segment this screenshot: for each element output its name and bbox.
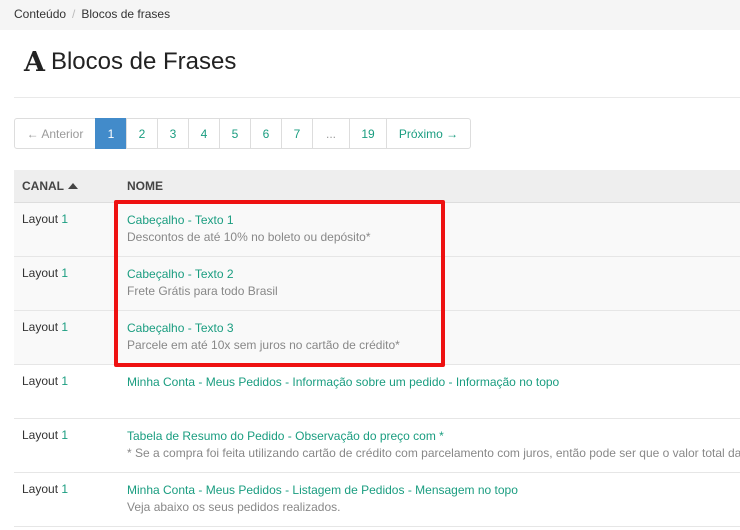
previous-page-button[interactable]: ← Anterior	[14, 118, 96, 149]
canal-cell: Layout 1	[14, 257, 127, 310]
canal-cell: Layout 1	[14, 419, 127, 472]
page-title: A Blocos de Frases	[24, 48, 236, 76]
page-title-text: Blocos de Frases	[50, 48, 237, 75]
canal-column-header[interactable]: CANAL	[14, 179, 127, 193]
page-1-button[interactable]: 1	[95, 118, 127, 149]
table-row: Layout 1 Tabela de Resumo do Pedido - Ob…	[14, 419, 740, 473]
layout-number: 1	[61, 320, 69, 334]
highlight-box	[114, 200, 445, 367]
breadcrumb: Conteúdo / Blocos de frases	[0, 0, 740, 30]
breadcrumb-item-conteudo[interactable]: Conteúdo	[14, 7, 66, 21]
pagination-ellipsis: ...	[312, 118, 350, 149]
name-cell: Minha Conta - Meus Pedidos - Listagem de…	[127, 473, 740, 526]
canal-cell: Layout 1	[14, 365, 127, 418]
layout-number: 1	[61, 428, 69, 442]
layout-number: 1	[61, 266, 69, 280]
table-row: Layout 1 Minha Conta - Meus Pedidos - Li…	[14, 473, 740, 527]
pagination: ← Anterior 1 2 3 4 5 6 7 ... 19 Próximo …	[14, 118, 471, 149]
page-19-button[interactable]: 19	[349, 118, 387, 149]
name-cell: Minha Conta - Meus Pedidos - Informação …	[127, 365, 740, 418]
page-3-button[interactable]: 3	[157, 118, 189, 149]
page-4-button[interactable]: 4	[188, 118, 220, 149]
canal-cell: Layout 1	[14, 311, 127, 364]
canal-cell: Layout 1	[14, 473, 127, 526]
canal-cell: Layout 1	[14, 203, 127, 256]
page-6-button[interactable]: 6	[250, 118, 282, 149]
sort-up-icon[interactable]	[68, 183, 78, 189]
layout-label: Layout	[22, 482, 59, 496]
layout-label: Layout	[22, 320, 59, 334]
layout-label: Layout	[22, 212, 59, 226]
page-2-button[interactable]: 2	[126, 118, 158, 149]
font-icon: A	[24, 46, 45, 78]
phrase-description: * Se a compra foi feita utilizando cartã…	[127, 446, 740, 460]
layout-number: 1	[61, 374, 69, 388]
breadcrumb-separator: /	[72, 7, 76, 21]
phrase-name-link[interactable]: Tabela de Resumo do Pedido - Observação …	[127, 428, 740, 445]
nome-column-header: NOME	[127, 179, 163, 193]
page-7-button[interactable]: 7	[281, 118, 313, 149]
layout-label: Layout	[22, 374, 59, 388]
phrase-description: Veja abaixo os seus pedidos realizados.	[127, 500, 341, 514]
breadcrumb-item-blocos[interactable]: Blocos de frases	[81, 7, 170, 21]
table-header: CANAL NOME	[14, 170, 740, 203]
phrase-name-link[interactable]: Minha Conta - Meus Pedidos - Informação …	[127, 374, 740, 391]
name-cell: Tabela de Resumo do Pedido - Observação …	[127, 419, 740, 472]
layout-number: 1	[61, 212, 69, 226]
next-page-button[interactable]: Próximo →	[386, 118, 471, 149]
phrase-name-link[interactable]: Minha Conta - Meus Pedidos - Listagem de…	[127, 482, 740, 499]
layout-label: Layout	[22, 428, 59, 442]
layout-number: 1	[61, 482, 69, 496]
layout-label: Layout	[22, 266, 59, 280]
table-row: Layout 1 Minha Conta - Meus Pedidos - In…	[14, 365, 740, 419]
canal-header-label: CANAL	[22, 179, 64, 193]
page-5-button[interactable]: 5	[219, 118, 251, 149]
divider	[14, 97, 740, 98]
